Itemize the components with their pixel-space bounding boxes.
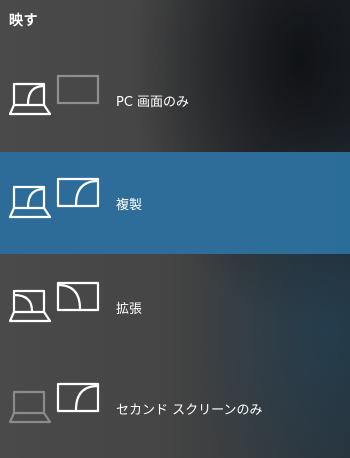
option-label-duplicate: 複製 bbox=[116, 198, 143, 213]
extend-icon bbox=[8, 281, 104, 337]
option-label-pc-screen-only: PC 画面のみ bbox=[116, 95, 190, 110]
option-second-screen-only[interactable]: セカンド スクリーンのみ bbox=[0, 357, 350, 458]
option-pc-screen-only[interactable]: PC 画面のみ bbox=[0, 49, 350, 151]
duplicate-icon bbox=[8, 177, 104, 233]
option-extend[interactable]: 拡張 bbox=[0, 256, 350, 358]
second-screen-only-icon bbox=[8, 382, 104, 438]
option-duplicate[interactable]: 複製 bbox=[0, 152, 350, 254]
project-panel: 映す PC 画面のみ 複製 拡張 セカンド スクリーンのみ bbox=[0, 0, 350, 458]
pc-screen-only-icon bbox=[8, 74, 104, 130]
option-label-extend: 拡張 bbox=[116, 302, 143, 317]
option-label-second-screen-only: セカンド スクリーンのみ bbox=[116, 403, 263, 418]
panel-title: 映す bbox=[9, 13, 38, 29]
